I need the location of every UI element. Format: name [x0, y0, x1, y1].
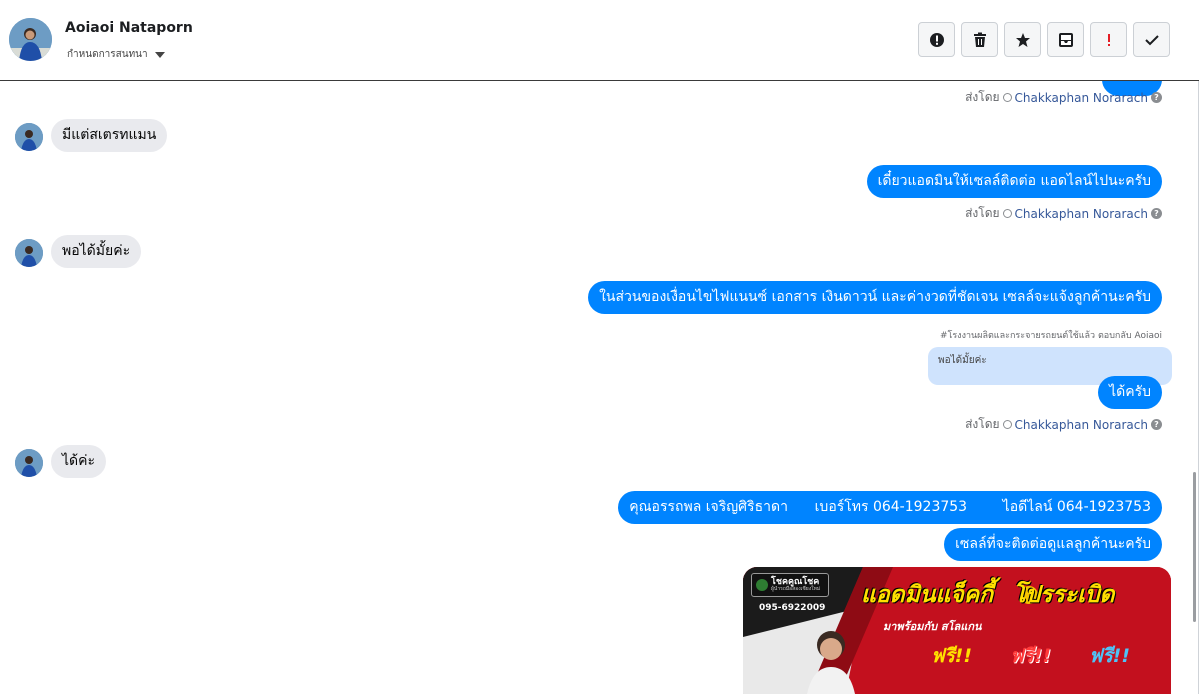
agent-status-icon: [1002, 420, 1012, 429]
banner-headline: แอดมินแจ็คกี้: [861, 582, 994, 608]
assign-conversation-dropdown[interactable]: กำหนดการสนทนา: [67, 47, 165, 62]
archive-button[interactable]: [1047, 22, 1084, 57]
message-bubble-incoming: พอได้มั้ยค่ะ: [51, 235, 142, 268]
caret-down-icon: [154, 51, 165, 58]
mark-spam-button[interactable]: [918, 22, 955, 57]
important-icon: [1106, 32, 1112, 48]
action-toolbar: [918, 22, 1170, 57]
contact-name[interactable]: Aoiaoi Nataporn: [65, 20, 193, 36]
sent-by-row: ส่งโดย Chakkaphan Norarach ?: [965, 204, 1162, 223]
banner-phone: 095-6922009: [759, 603, 826, 613]
star-button[interactable]: [1004, 22, 1041, 57]
trash-icon: [973, 32, 987, 48]
help-icon[interactable]: ?: [1151, 419, 1162, 430]
agent-name[interactable]: Chakkaphan Norarach: [1015, 418, 1148, 432]
archive-icon: [1058, 32, 1074, 48]
spam-icon: [929, 32, 945, 48]
banner-subline: มาพร้อมกับ สโลแกน: [883, 620, 982, 633]
sent-by-label: ส่งโดย: [965, 206, 1000, 220]
star-icon: [1015, 32, 1031, 48]
assign-label: กำหนดการสนทนา: [67, 49, 148, 60]
agent-status-icon: [1002, 209, 1012, 218]
delete-button[interactable]: [961, 22, 998, 57]
banner-headline-2: โปรระเบิด: [1013, 582, 1115, 608]
contact-avatar-small[interactable]: [15, 123, 43, 151]
message-bubble-incoming: มีแต่สเตรทแมน: [51, 119, 168, 152]
conversation-header: Aoiaoi Nataporn กำหนดการสนทนา: [0, 0, 1199, 81]
agent-name[interactable]: Chakkaphan Norarach: [1015, 91, 1148, 105]
chat-scrollbar[interactable]: [1193, 472, 1196, 622]
banner-logo-subtext: ผู้นำรถมือสองเชียงใหม่: [771, 586, 821, 592]
message-bubble-outgoing: เซลล์ที่จะติดต่อดูแลลูกค้านะครับ: [944, 528, 1162, 561]
agent-name[interactable]: Chakkaphan Norarach: [1015, 207, 1148, 221]
contact-avatar-small[interactable]: [15, 449, 43, 477]
mark-important-button[interactable]: [1090, 22, 1127, 57]
sent-by-label: ส่งโดย: [965, 417, 1000, 431]
sent-by-row: ส่งโดย Chakkaphan Norarach ?: [965, 415, 1162, 434]
banner-free-text: ฟรี!!: [1089, 645, 1130, 667]
check-icon: [1144, 34, 1159, 46]
sent-by-label: ส่งโดย: [965, 90, 1000, 104]
message-bubble-incoming: ได้ค่ะ: [51, 445, 107, 478]
banner-free-text: ฟรี!!: [931, 645, 972, 667]
contact-avatar[interactable]: [9, 18, 52, 61]
banner-free-row: ฟรี!! ฟรี!! ฟรี!!: [931, 641, 1130, 671]
help-icon[interactable]: ?: [1151, 92, 1162, 103]
mark-done-button[interactable]: [1133, 22, 1170, 57]
message-bubble-outgoing: คุณอรรถพล เจริญศิริธาดา เบอร์โทร 064-192…: [618, 491, 1162, 524]
message-bubble-outgoing: ในส่วนของเงื่อนไขไฟแนนซ์ เอกสาร เงินดาวน…: [588, 281, 1162, 314]
banner-logo: โชคคูณโชค ผู้นำรถมือสองเชียงใหม่: [751, 573, 829, 597]
clover-icon: [756, 579, 768, 591]
help-icon[interactable]: ?: [1151, 208, 1162, 219]
message-bubble-outgoing: ได้ครับ: [1098, 376, 1162, 409]
promo-image[interactable]: โชคคูณโชค ผู้นำรถมือสองเชียงใหม่ 095-692…: [743, 567, 1171, 694]
agent-status-icon: [1002, 93, 1012, 102]
contact-avatar-small[interactable]: [15, 239, 43, 267]
sent-by-row: ส่งโดย Chakkaphan Norarach ?: [965, 88, 1162, 107]
message-thread[interactable]: ส่งโดย Chakkaphan Norarach ? มีแต่สเตรทแ…: [0, 81, 1190, 694]
reply-context-label: #โรงงานผลิตและกระจายรถยนต์ใช้แล้ว ตอบกลั…: [939, 331, 1162, 341]
message-bubble-outgoing: เดี๋ยวแอดมินให้เซลล์ติดต่อ แอดไลน์ไปนะคร…: [866, 165, 1162, 198]
banner-free-text: ฟรี!!: [1010, 645, 1051, 667]
